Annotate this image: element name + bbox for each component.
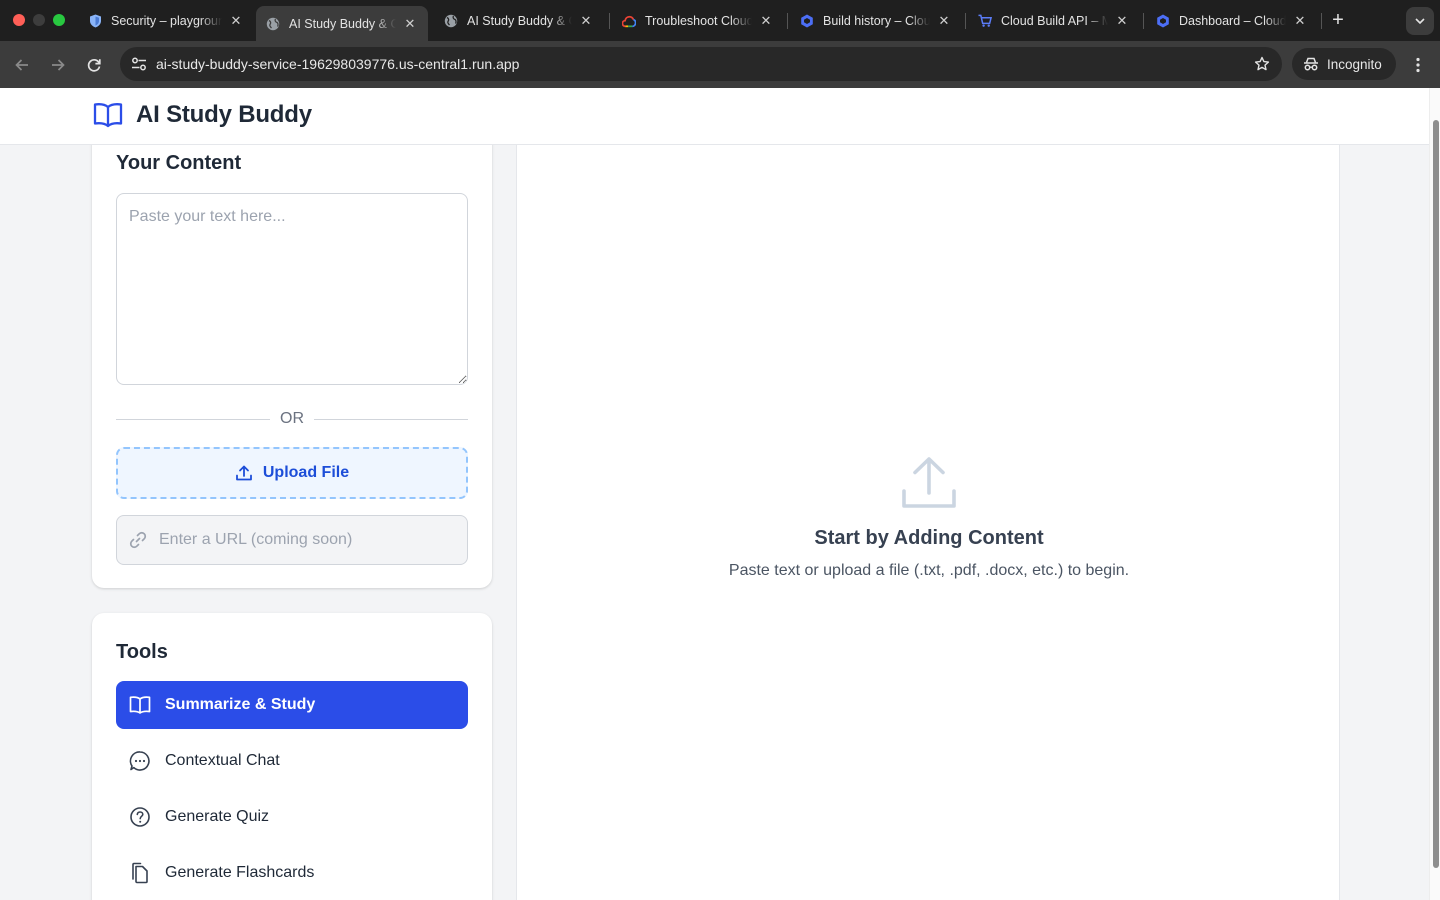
tab-title: Troubleshoot Cloud Run <box>645 14 752 28</box>
close-tab-icon[interactable]: ✕ <box>1114 13 1130 29</box>
tab-separator <box>1321 13 1322 29</box>
upload-icon <box>235 465 252 481</box>
book-open-icon <box>129 696 151 714</box>
or-divider: OR <box>116 409 468 429</box>
tool-label: Generate Quiz <box>165 808 270 825</box>
incognito-badge[interactable]: Incognito <box>1292 48 1396 80</box>
tab-title: Build history – Cloud Build <box>823 14 930 28</box>
minimize-window-button[interactable] <box>33 14 45 26</box>
close-tab-icon[interactable]: ✕ <box>228 13 244 29</box>
brand[interactable]: AI Study Buddy <box>93 101 312 129</box>
tab-title: AI Study Buddy & Content <box>467 14 572 28</box>
app-header: AI Study Buddy <box>0 88 1440 145</box>
empty-state-message: Paste text or upload a file (.txt, .pdf,… <box>728 562 1130 579</box>
new-tab-button[interactable]: + <box>1327 9 1349 31</box>
google-cloud-icon <box>622 14 636 28</box>
browser-tab[interactable]: Troubleshoot Cloud Run ✕ <box>612 7 784 35</box>
url-input[interactable] <box>159 531 467 549</box>
url-text[interactable]: ai-study-buddy-service-196298039776.us-c… <box>156 56 1242 72</box>
browser-menu-button[interactable] <box>1408 53 1428 77</box>
app-title: AI Study Buddy <box>136 101 312 128</box>
page-scrollbar[interactable] <box>1429 88 1440 900</box>
browser-tab[interactable]: Dashboard – Cloud Build ✕ <box>1146 7 1318 35</box>
site-settings-icon[interactable] <box>122 57 156 71</box>
main-panel: Start by Adding Content Paste text or up… <box>516 145 1340 900</box>
tab-search-button[interactable] <box>1406 7 1434 35</box>
browser-tab-active[interactable]: AI Study Buddy & Content ✕ <box>256 6 428 41</box>
maximize-window-button[interactable] <box>53 14 65 26</box>
content-card: Your Content OR Upload File <box>92 108 492 588</box>
close-tab-icon[interactable]: ✕ <box>1292 13 1308 29</box>
close-tab-icon[interactable]: ✕ <box>578 13 594 29</box>
close-tab-icon[interactable]: ✕ <box>402 16 418 32</box>
tab-title: AI Study Buddy & Content <box>289 16 396 31</box>
empty-state: Start by Adding Content Paste text or up… <box>517 455 1341 580</box>
question-circle-icon <box>130 807 150 827</box>
browser-toolbar: ai-study-buddy-service-196298039776.us-c… <box>0 41 1440 88</box>
incognito-icon <box>1304 57 1318 71</box>
content-textarea[interactable] <box>116 193 468 385</box>
close-tab-icon[interactable]: ✕ <box>936 13 952 29</box>
cloud-build-icon <box>1156 14 1170 28</box>
back-button[interactable] <box>10 53 34 77</box>
reload-icon <box>87 59 101 72</box>
tools-card: Tools Summarize & Study Contextual Chat … <box>92 613 492 900</box>
chat-bubble-icon <box>129 751 150 771</box>
book-open-icon <box>93 103 123 128</box>
page-viewport: AI Study Buddy Your Content OR Upload Fi… <box>0 88 1440 900</box>
globe-icon <box>444 14 458 28</box>
tab-title: Cloud Build API – Marketplace <box>1001 14 1108 28</box>
forward-button[interactable] <box>46 53 70 77</box>
tab-separator <box>787 13 788 29</box>
globe-icon <box>266 17 280 31</box>
tool-generate-quiz[interactable]: Generate Quiz <box>116 793 468 841</box>
divider-line <box>314 418 468 420</box>
tab-title: Security – playground <box>111 14 222 28</box>
cloud-build-icon <box>800 14 814 28</box>
marketplace-cart-icon <box>978 14 992 28</box>
cards-icon <box>132 862 148 884</box>
reload-button[interactable] <box>82 53 106 77</box>
browser-tab[interactable]: Security – playground ✕ <box>78 7 254 35</box>
arrow-left-icon <box>15 59 28 71</box>
chevron-down-icon <box>1415 18 1425 24</box>
tab-title: Dashboard – Cloud Build <box>1179 14 1286 28</box>
tab-separator <box>609 13 610 29</box>
address-bar[interactable]: ai-study-buddy-service-196298039776.us-c… <box>120 47 1282 81</box>
link-icon <box>117 530 159 550</box>
tab-separator <box>1143 13 1144 29</box>
tool-contextual-chat[interactable]: Contextual Chat <box>116 737 468 785</box>
content-section-title: Your Content <box>116 152 242 174</box>
tools-section-title: Tools <box>116 641 168 663</box>
or-label: OR <box>280 410 304 427</box>
tool-label: Contextual Chat <box>165 752 280 769</box>
upload-icon <box>517 455 1341 511</box>
bookmark-star-icon[interactable] <box>1242 56 1282 72</box>
close-window-button[interactable] <box>13 14 25 26</box>
close-tab-icon[interactable]: ✕ <box>758 13 774 29</box>
incognito-label: Incognito <box>1327 56 1382 72</box>
tool-label: Summarize & Study <box>165 696 316 713</box>
upload-file-button[interactable]: Upload File <box>116 447 468 499</box>
kebab-menu-icon <box>1416 57 1420 73</box>
scrollbar-thumb[interactable] <box>1433 120 1439 868</box>
browser-tab[interactable]: Cloud Build API – Marketplace ✕ <box>968 7 1140 35</box>
browser-tab[interactable]: AI Study Buddy & Content ✕ <box>434 7 604 35</box>
upload-file-label: Upload File <box>262 464 350 481</box>
divider-line <box>116 418 270 420</box>
arrow-right-icon <box>52 59 65 71</box>
tab-separator <box>965 13 966 29</box>
shield-icon <box>88 14 102 28</box>
browser-tab[interactable]: Build history – Cloud Build ✕ <box>790 7 962 35</box>
empty-state-title: Start by Adding Content <box>814 527 1044 549</box>
tool-generate-flashcards[interactable]: Generate Flashcards <box>116 849 468 897</box>
browser-tab-bar: Security – playground ✕ AI Study Buddy &… <box>0 0 1440 41</box>
tool-summarize-study[interactable]: Summarize & Study <box>116 681 468 729</box>
url-input-field[interactable] <box>116 515 468 565</box>
tool-label: Generate Flashcards <box>165 864 315 881</box>
